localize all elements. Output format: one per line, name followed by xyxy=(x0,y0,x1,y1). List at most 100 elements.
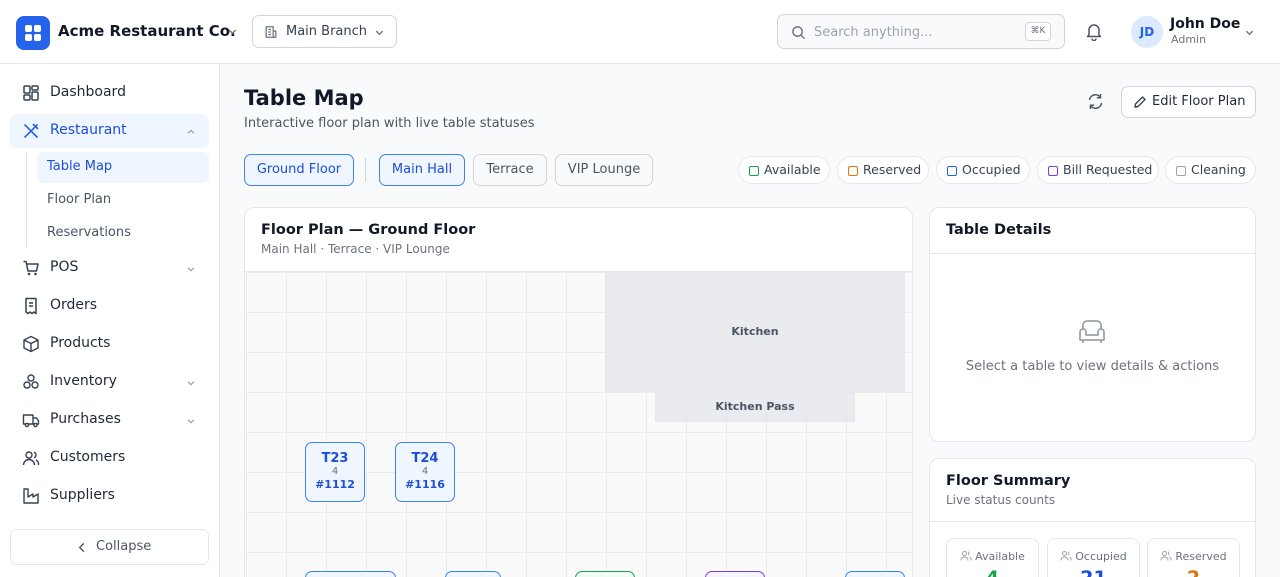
table-number: T24 xyxy=(411,451,439,466)
users-icon xyxy=(22,451,40,466)
legend-available: Available xyxy=(738,156,830,184)
table-card[interactable] xyxy=(305,571,396,577)
edit-floor-plan-button[interactable]: Edit Floor Plan xyxy=(1121,86,1256,118)
empty-state-text: Select a table to view details & actions xyxy=(965,359,1220,374)
building-icon xyxy=(265,26,277,38)
legend-label: Occupied xyxy=(962,162,1021,177)
sidebar-item-suppliers[interactable]: Suppliers xyxy=(10,479,209,513)
floor-plan-subtitle: Main Hall · Terrace · VIP Lounge xyxy=(261,242,450,256)
sidebar-item-customers[interactable]: Customers xyxy=(10,441,209,475)
stat-occupied: Occupied 21 xyxy=(1047,538,1140,577)
floor-plan-card: Floor Plan — Ground Floor Main Hall · Te… xyxy=(244,207,913,577)
table-order: #1116 xyxy=(405,478,445,491)
legend-bill-requested: Bill Requested xyxy=(1037,156,1159,184)
sidebar-subitem-table-map[interactable]: Table Map xyxy=(37,152,209,183)
table-t23[interactable]: T23 4 #1112 xyxy=(305,442,365,502)
legend-reserved: Reserved xyxy=(837,156,929,184)
stat-label: Occupied xyxy=(1075,550,1127,563)
legend-swatch xyxy=(1048,166,1058,176)
stat-label: Available xyxy=(975,550,1025,563)
legend-label: Reserved xyxy=(863,162,922,177)
app-logo-icon[interactable] xyxy=(16,16,50,50)
chevron-down-icon xyxy=(187,419,195,424)
pencil-icon xyxy=(1134,96,1146,108)
avatar[interactable]: JD xyxy=(1131,16,1163,48)
global-search[interactable]: ⌘K xyxy=(777,14,1065,49)
stat-value: 2 xyxy=(1148,567,1239,577)
sidebar-item-label: Dashboard xyxy=(50,84,126,100)
sidebar-item-pos[interactable]: POS xyxy=(10,251,209,285)
edit-floor-plan-label: Edit Floor Plan xyxy=(1152,94,1246,109)
table-card[interactable] xyxy=(575,571,635,577)
table-card[interactable] xyxy=(705,571,765,577)
truck-icon xyxy=(22,414,40,428)
stat-value: 4 xyxy=(947,567,1038,577)
floor-tab-ground-floor[interactable]: Ground Floor xyxy=(244,154,354,186)
page-subtitle: Interactive floor plan with live table s… xyxy=(244,116,535,131)
table-details-title: Table Details xyxy=(946,222,1052,238)
chevron-down-icon xyxy=(375,30,384,36)
sidebar-subitem-floor-plan[interactable]: Floor Plan xyxy=(37,185,209,216)
area-tab-main-hall[interactable]: Main Hall xyxy=(379,154,465,186)
sidebar-item-products[interactable]: Products xyxy=(10,327,209,361)
user-name[interactable]: John Doe xyxy=(1170,16,1240,32)
company-name[interactable]: Acme Restaurant Co. xyxy=(58,22,236,40)
legend-occupied: Occupied xyxy=(936,156,1030,184)
table-card[interactable] xyxy=(845,571,905,577)
sidebar-item-label: Inventory xyxy=(50,373,117,389)
chevron-down-icon xyxy=(187,267,195,272)
legend-label: Bill Requested xyxy=(1063,162,1153,177)
chevron-down-icon xyxy=(187,381,195,386)
stat-available: Available 4 xyxy=(946,538,1039,577)
cart-icon xyxy=(23,260,39,276)
area-tab-terrace[interactable]: Terrace xyxy=(473,154,547,186)
bell-icon[interactable] xyxy=(1085,22,1103,41)
table-order: #1112 xyxy=(315,478,355,491)
table-t24[interactable]: T24 4 #1116 xyxy=(395,442,455,502)
top-bar: Acme Restaurant Co. Main Branch ⌘K JD Jo… xyxy=(0,0,1280,64)
floor-summary-title: Floor Summary xyxy=(946,473,1071,489)
stat-label: Reserved xyxy=(1175,550,1227,563)
legend-label: Cleaning xyxy=(1191,162,1246,177)
floor-plan-canvas[interactable]: Kitchen Kitchen Pass T23 4 #1112 T24 4 #… xyxy=(245,271,912,577)
legend-label: Available xyxy=(764,162,821,177)
legend-swatch xyxy=(848,166,858,176)
dashboard-icon xyxy=(23,85,39,101)
utensils-icon xyxy=(24,123,39,138)
boxes-icon xyxy=(23,374,39,389)
table-details-card: Table Details Select a table to view det… xyxy=(929,207,1256,442)
table-card[interactable] xyxy=(445,571,501,577)
sidebar-subitem-label: Table Map xyxy=(47,159,113,174)
stat-value: 21 xyxy=(1048,567,1139,577)
floor-plan-title: Floor Plan — Ground Floor xyxy=(261,222,476,238)
zone-kitchen-pass: Kitchen Pass xyxy=(655,392,855,422)
sidebar-item-purchases[interactable]: Purchases xyxy=(10,403,209,437)
search-shortcut: ⌘K xyxy=(1025,22,1051,41)
sidebar-item-label: Orders xyxy=(50,297,98,313)
floor-summary-subtitle: Live status counts xyxy=(946,493,1056,507)
sidebar-item-inventory[interactable]: Inventory xyxy=(10,365,209,399)
sidebar-item-dashboard[interactable]: Dashboard xyxy=(10,76,209,110)
branch-name: Main Branch xyxy=(286,24,368,39)
legend-swatch xyxy=(749,166,759,176)
collapse-sidebar-button[interactable]: Collapse xyxy=(10,529,209,565)
users-icon xyxy=(1160,551,1172,561)
user-role: Admin xyxy=(1171,33,1207,46)
sidebar-item-restaurant[interactable]: Restaurant xyxy=(10,114,209,148)
sidebar-item-label: Purchases xyxy=(50,411,121,427)
tab-divider xyxy=(365,158,366,182)
stat-reserved: Reserved 2 xyxy=(1147,538,1240,577)
receipt-icon xyxy=(25,297,37,315)
chevron-up-icon xyxy=(187,129,195,134)
sidebar-item-orders[interactable]: Orders xyxy=(10,289,209,323)
search-input[interactable] xyxy=(814,23,1014,41)
refresh-button[interactable] xyxy=(1083,89,1108,114)
chevron-down-icon[interactable] xyxy=(227,26,238,37)
chevron-down-icon[interactable] xyxy=(1244,27,1255,38)
sidebar-subitem-reservations[interactable]: Reservations xyxy=(37,218,209,249)
box-icon xyxy=(23,335,39,353)
branch-selector[interactable]: Main Branch xyxy=(252,15,397,48)
table-number: T23 xyxy=(321,451,349,466)
area-tab-vip-lounge[interactable]: VIP Lounge xyxy=(555,154,653,186)
sidebar-item-label: Suppliers xyxy=(50,487,115,503)
